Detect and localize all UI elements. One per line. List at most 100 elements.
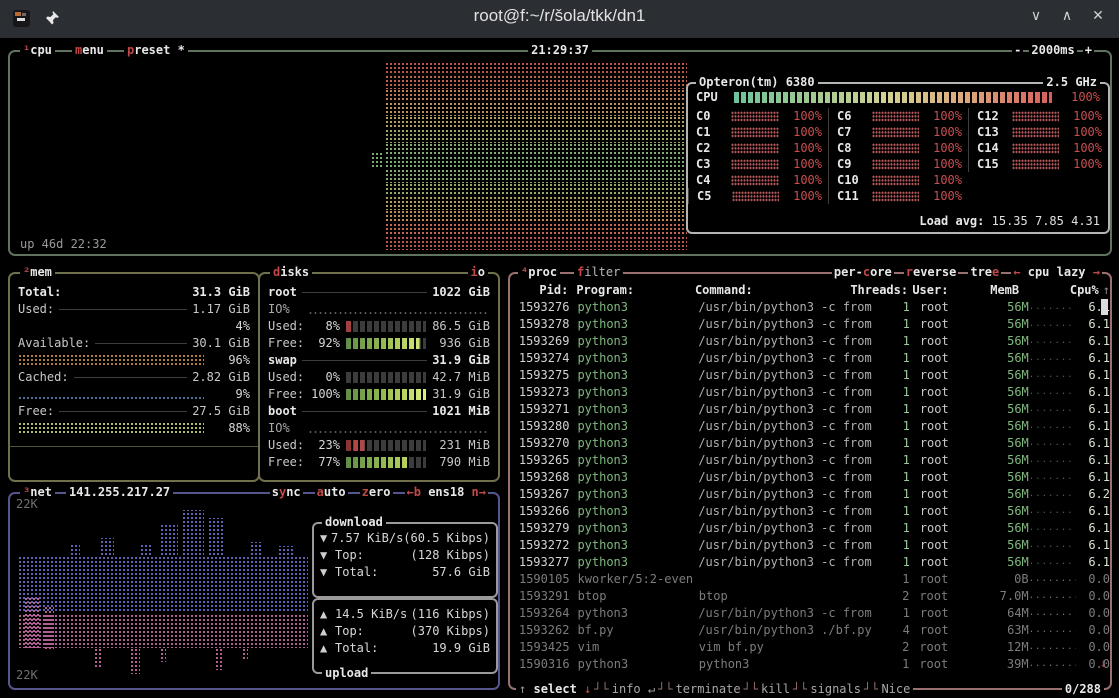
cpu-panel: ¹cpu menu preset * 21:29:37 - 2000ms + u… bbox=[8, 50, 1112, 256]
process-row[interactable]: 1593279 python3 /usr/bin/python3 -c from… bbox=[510, 520, 1110, 537]
update-interval-control: - 2000ms + bbox=[1012, 42, 1094, 59]
process-row[interactable]: 1593276 python3 /usr/bin/python3 -c from… bbox=[510, 299, 1110, 316]
process-table-header: Pid: Program: Command: Threads: User: Me… bbox=[510, 282, 1110, 299]
process-panel-title[interactable]: ⁴proc bbox=[518, 264, 560, 281]
disk-used-row: Used:23% 231 MiB bbox=[268, 437, 490, 454]
process-row[interactable]: 1593268 python3 /usr/bin/python3 -c from… bbox=[510, 469, 1110, 486]
core-usage-meter bbox=[872, 191, 919, 202]
window-title: root@f:~/r/šola/tkk/dn1 bbox=[0, 7, 1119, 24]
menu-button[interactable]: menu bbox=[72, 42, 107, 59]
cpu-graph-row bbox=[385, 210, 687, 223]
header-command[interactable]: Command: bbox=[695, 282, 850, 299]
process-row[interactable]: 1593278 python3 /usr/bin/python3 -c from… bbox=[510, 316, 1110, 333]
per-core-button[interactable]: per-core bbox=[832, 264, 894, 281]
auto-button[interactable]: auto bbox=[315, 484, 348, 501]
info-button[interactable]: info ↵ bbox=[609, 681, 658, 698]
cpu-graph-row bbox=[385, 196, 687, 209]
down-arrow-icon: ▼ bbox=[320, 530, 331, 547]
core-usage-meter bbox=[1012, 143, 1059, 154]
process-row[interactable]: 1590316 python3 python3 1 root 39M .....… bbox=[510, 656, 1110, 673]
disk-free-meter bbox=[346, 389, 426, 400]
process-row[interactable]: 1593267 python3 /usr/bin/python3 -c from… bbox=[510, 486, 1110, 503]
cpu-core-row: C12 100% bbox=[968, 108, 1108, 124]
scrollbar-thumb[interactable] bbox=[1101, 299, 1108, 315]
cpu-graph-row bbox=[385, 169, 687, 182]
terminate-button[interactable]: terminate bbox=[673, 681, 744, 698]
minimize-button[interactable]: ∨ bbox=[1027, 8, 1045, 25]
maximize-button[interactable]: ∧ bbox=[1058, 8, 1076, 25]
process-row[interactable]: 1593264 python3 /usr/bin/python3 -c from… bbox=[510, 605, 1110, 622]
process-row[interactable]: 1593271 python3 /usr/bin/python3 -c from… bbox=[510, 401, 1110, 418]
select-control[interactable]: ↑ select ↓ bbox=[516, 681, 594, 698]
reverse-button[interactable]: reverse bbox=[904, 264, 959, 281]
disk-io-row: IO% bbox=[268, 301, 490, 318]
cpu-core-row: C0 100% bbox=[688, 108, 828, 124]
cpu-core-row: C3 100% bbox=[688, 156, 828, 172]
network-panel: ³net 141.255.217.27 sync auto zero ←b en… bbox=[8, 492, 500, 690]
disk-free-meter bbox=[346, 457, 426, 468]
process-row[interactable]: 1593280 python3 /usr/bin/python3 -c from… bbox=[510, 418, 1110, 435]
cpu-core-row: C4 100% bbox=[688, 172, 828, 188]
process-row[interactable]: 1590105 kworker/5:2-even 1 root 0B .....… bbox=[510, 571, 1110, 588]
disk-section-header: swap31.9 GiB bbox=[268, 352, 490, 369]
header-user[interactable]: User: bbox=[912, 282, 972, 299]
mem-available-graph bbox=[18, 354, 204, 367]
disk-used-meter bbox=[346, 372, 426, 383]
process-row[interactable]: 1593265 python3 /usr/bin/python3 -c from… bbox=[510, 452, 1110, 469]
process-row[interactable]: 1593277 python3 /usr/bin/python3 -c from… bbox=[510, 554, 1110, 571]
zero-button[interactable]: zero bbox=[360, 484, 393, 501]
sort-direction-icon: ↑ bbox=[1103, 282, 1110, 299]
process-row[interactable]: 1593270 python3 /usr/bin/python3 -c from… bbox=[510, 435, 1110, 452]
header-cpu[interactable]: Cpu% bbox=[1066, 282, 1099, 299]
cpu-graph-row bbox=[385, 102, 687, 115]
core-usage-meter bbox=[1012, 127, 1059, 138]
interval-increase-button[interactable]: + bbox=[1083, 42, 1094, 59]
cpu-model-label: Opteron(tm) 6380 bbox=[696, 74, 818, 91]
header-mem[interactable]: MemB bbox=[973, 282, 1020, 299]
process-row[interactable]: 1593262 bf.py /usr/bin/python3 ./bf.py 4… bbox=[510, 622, 1110, 639]
tree-button[interactable]: tree bbox=[968, 264, 1001, 281]
core-usage-meter bbox=[731, 143, 779, 154]
cpu-details-box: Opteron(tm) 6380 2.5 GHz CPU 100% C0 100… bbox=[686, 82, 1110, 234]
cpu-core-row: C8 100% bbox=[828, 140, 968, 156]
process-row[interactable]: 1593275 python3 /usr/bin/python3 -c from… bbox=[510, 367, 1110, 384]
cpu-usage-graph bbox=[385, 62, 687, 250]
download-stats-box: download ▼ 7.57 KiB/s (60.5 Kibps) ▼ Top… bbox=[312, 522, 498, 598]
window-controls: ∨ ∧ ✕ bbox=[1027, 8, 1107, 25]
process-row[interactable]: 1593272 python3 /usr/bin/python3 -c from… bbox=[510, 537, 1110, 554]
sort-selector[interactable]: ← cpu lazy → bbox=[1011, 264, 1102, 281]
sync-button[interactable]: sync bbox=[270, 484, 303, 501]
header-threads[interactable]: Threads: bbox=[850, 282, 902, 299]
process-row[interactable]: 1593266 python3 /usr/bin/python3 -c from… bbox=[510, 503, 1110, 520]
process-row[interactable]: 1593425 vim vim bf.py 2 root 12M .......… bbox=[510, 639, 1110, 656]
net-scale-bottom: 22K bbox=[16, 667, 38, 684]
process-row[interactable]: 1593291 btop btop 2 root 7.0M ......... … bbox=[510, 588, 1110, 605]
process-row[interactable]: 1593274 python3 /usr/bin/python3 -c from… bbox=[510, 350, 1110, 367]
cpu-panel-title[interactable]: ¹cpu bbox=[20, 42, 55, 59]
nice-button[interactable]: Nice bbox=[878, 681, 913, 698]
process-row[interactable]: 1593273 python3 /usr/bin/python3 -c from… bbox=[510, 384, 1110, 401]
header-pid[interactable]: Pid: bbox=[512, 282, 568, 299]
header-program[interactable]: Program: bbox=[576, 282, 689, 299]
interface-switcher[interactable]: ←b ens18 n→ bbox=[405, 484, 489, 501]
kill-button[interactable]: kill bbox=[758, 681, 793, 698]
upload-stats-box: upload ▲ 14.5 KiB/s (116 Kibps) ▲ Top: (… bbox=[312, 598, 498, 674]
mem-free-graph bbox=[18, 422, 204, 435]
preset-button[interactable]: preset * bbox=[124, 42, 188, 59]
download-box-title: download bbox=[322, 514, 386, 531]
down-arrow-icon: ▼ bbox=[320, 547, 335, 564]
disks-io-button[interactable]: io bbox=[468, 264, 488, 281]
memory-panel-title[interactable]: ²mem bbox=[20, 264, 55, 281]
disks-panel-title[interactable]: disks bbox=[270, 264, 312, 281]
upload-speed-row: ▲ 14.5 KiB/s (116 Kibps) bbox=[320, 606, 490, 623]
signals-button[interactable]: signals bbox=[807, 681, 864, 698]
interval-decrease-button[interactable]: - bbox=[1012, 42, 1023, 59]
cpu-graph-row bbox=[385, 89, 687, 102]
cpu-graph-row bbox=[385, 156, 687, 169]
mem-used-graph bbox=[18, 320, 204, 333]
cpu-core-row: C5 100% bbox=[688, 188, 828, 204]
close-button[interactable]: ✕ bbox=[1089, 8, 1107, 25]
filter-button[interactable]: filter bbox=[574, 264, 623, 281]
process-row[interactable]: 1593269 python3 /usr/bin/python3 -c from… bbox=[510, 333, 1110, 350]
cpu-graph-stub bbox=[371, 152, 383, 168]
